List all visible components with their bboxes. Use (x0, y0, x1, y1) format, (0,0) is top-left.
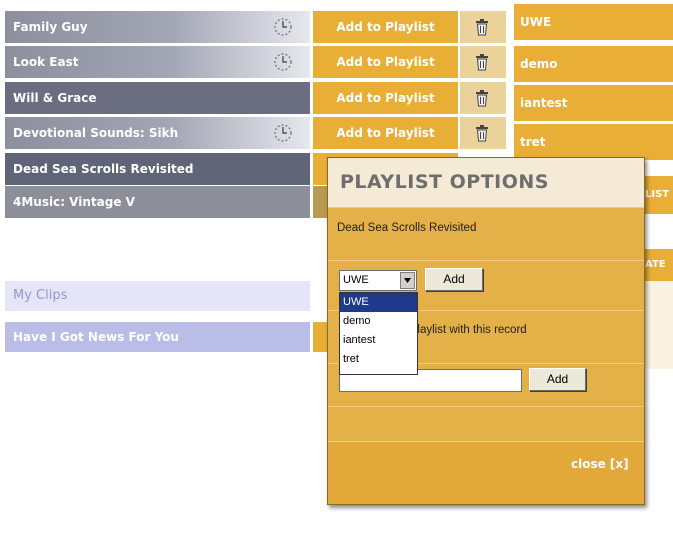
record-name: Dead Sea Scrolls Revisited (337, 222, 477, 234)
clip-item[interactable]: Have I Got News For You (5, 322, 310, 352)
add-to-playlist-button[interactable]: Add to Playlist (313, 82, 458, 114)
programme-title: Dead Sea Scrolls Revisited (13, 162, 194, 176)
clip-action-cell (313, 322, 327, 352)
close-dialog-button[interactable]: close [x] (571, 457, 629, 471)
update-tab-fragment: ATE (645, 249, 673, 281)
programme-row-devotional-sounds[interactable]: Devotional Sounds: Sikh (5, 117, 310, 149)
dropdown-option[interactable]: UWE (340, 293, 417, 312)
clock-icon[interactable] (272, 122, 294, 144)
clock-icon[interactable] (272, 51, 294, 73)
programme-row-look-east[interactable]: Look East (5, 46, 310, 78)
playlist-tab-fragment-label: LIST (645, 189, 670, 200)
my-clips-heading: My Clips (5, 281, 310, 311)
trash-icon[interactable] (460, 46, 506, 78)
programme-title: Family Guy (13, 20, 88, 34)
playlist-select[interactable]: UWE (339, 270, 417, 291)
add-to-selected-playlist-button[interactable]: Add (425, 268, 483, 291)
clip-title: Have I Got News For You (13, 330, 179, 344)
programme-title: Look East (13, 55, 79, 69)
playlist-dropdown-list[interactable]: UWE demo iantest tret (339, 292, 418, 375)
dialog-title: PLAYLIST OPTIONS (328, 158, 644, 207)
programme-title: 4Music: Vintage V (13, 195, 135, 209)
playlist-item[interactable]: iantest (514, 85, 673, 121)
chevron-down-icon[interactable] (400, 272, 415, 289)
dropdown-option[interactable]: tret (340, 350, 417, 369)
trash-icon[interactable] (460, 117, 506, 149)
programme-title: Will & Grace (13, 91, 97, 105)
playlist-item[interactable]: demo (514, 46, 673, 82)
programme-row-family-guy[interactable]: Family Guy (5, 11, 310, 43)
playlist-select-value: UWE (343, 274, 369, 286)
playlist-item[interactable]: tret (514, 124, 673, 160)
programme-row-will-and-grace[interactable]: Will & Grace (5, 82, 310, 114)
trash-icon[interactable] (460, 11, 506, 43)
add-to-playlist-button[interactable]: Add to Playlist (313, 11, 458, 43)
dropdown-option[interactable]: demo (340, 312, 417, 331)
clock-icon[interactable] (272, 16, 294, 38)
my-clips-heading-label: My Clips (13, 288, 68, 303)
playlist-tab-fragment: LIST (645, 176, 673, 214)
dropdown-option[interactable]: iantest (340, 331, 417, 350)
create-playlist-add-button[interactable]: Add (529, 368, 586, 391)
add-to-playlist-button[interactable]: Add to Playlist (313, 117, 458, 149)
panel-background (645, 281, 673, 369)
update-tab-fragment-label: ATE (645, 259, 666, 270)
programme-row-dead-sea-scrolls[interactable]: Dead Sea Scrolls Revisited (5, 153, 310, 185)
add-to-playlist-button[interactable]: Add to Playlist (313, 46, 458, 78)
create-playlist-text: playlist with this record (411, 324, 527, 336)
programme-row-4music[interactable]: 4Music: Vintage V (5, 186, 310, 218)
dialog-section-spacer (328, 406, 644, 441)
trash-icon[interactable] (460, 82, 506, 114)
dialog-footer (328, 441, 644, 504)
playlist-item[interactable]: UWE (514, 4, 673, 40)
programme-title: Devotional Sounds: Sikh (13, 126, 179, 140)
